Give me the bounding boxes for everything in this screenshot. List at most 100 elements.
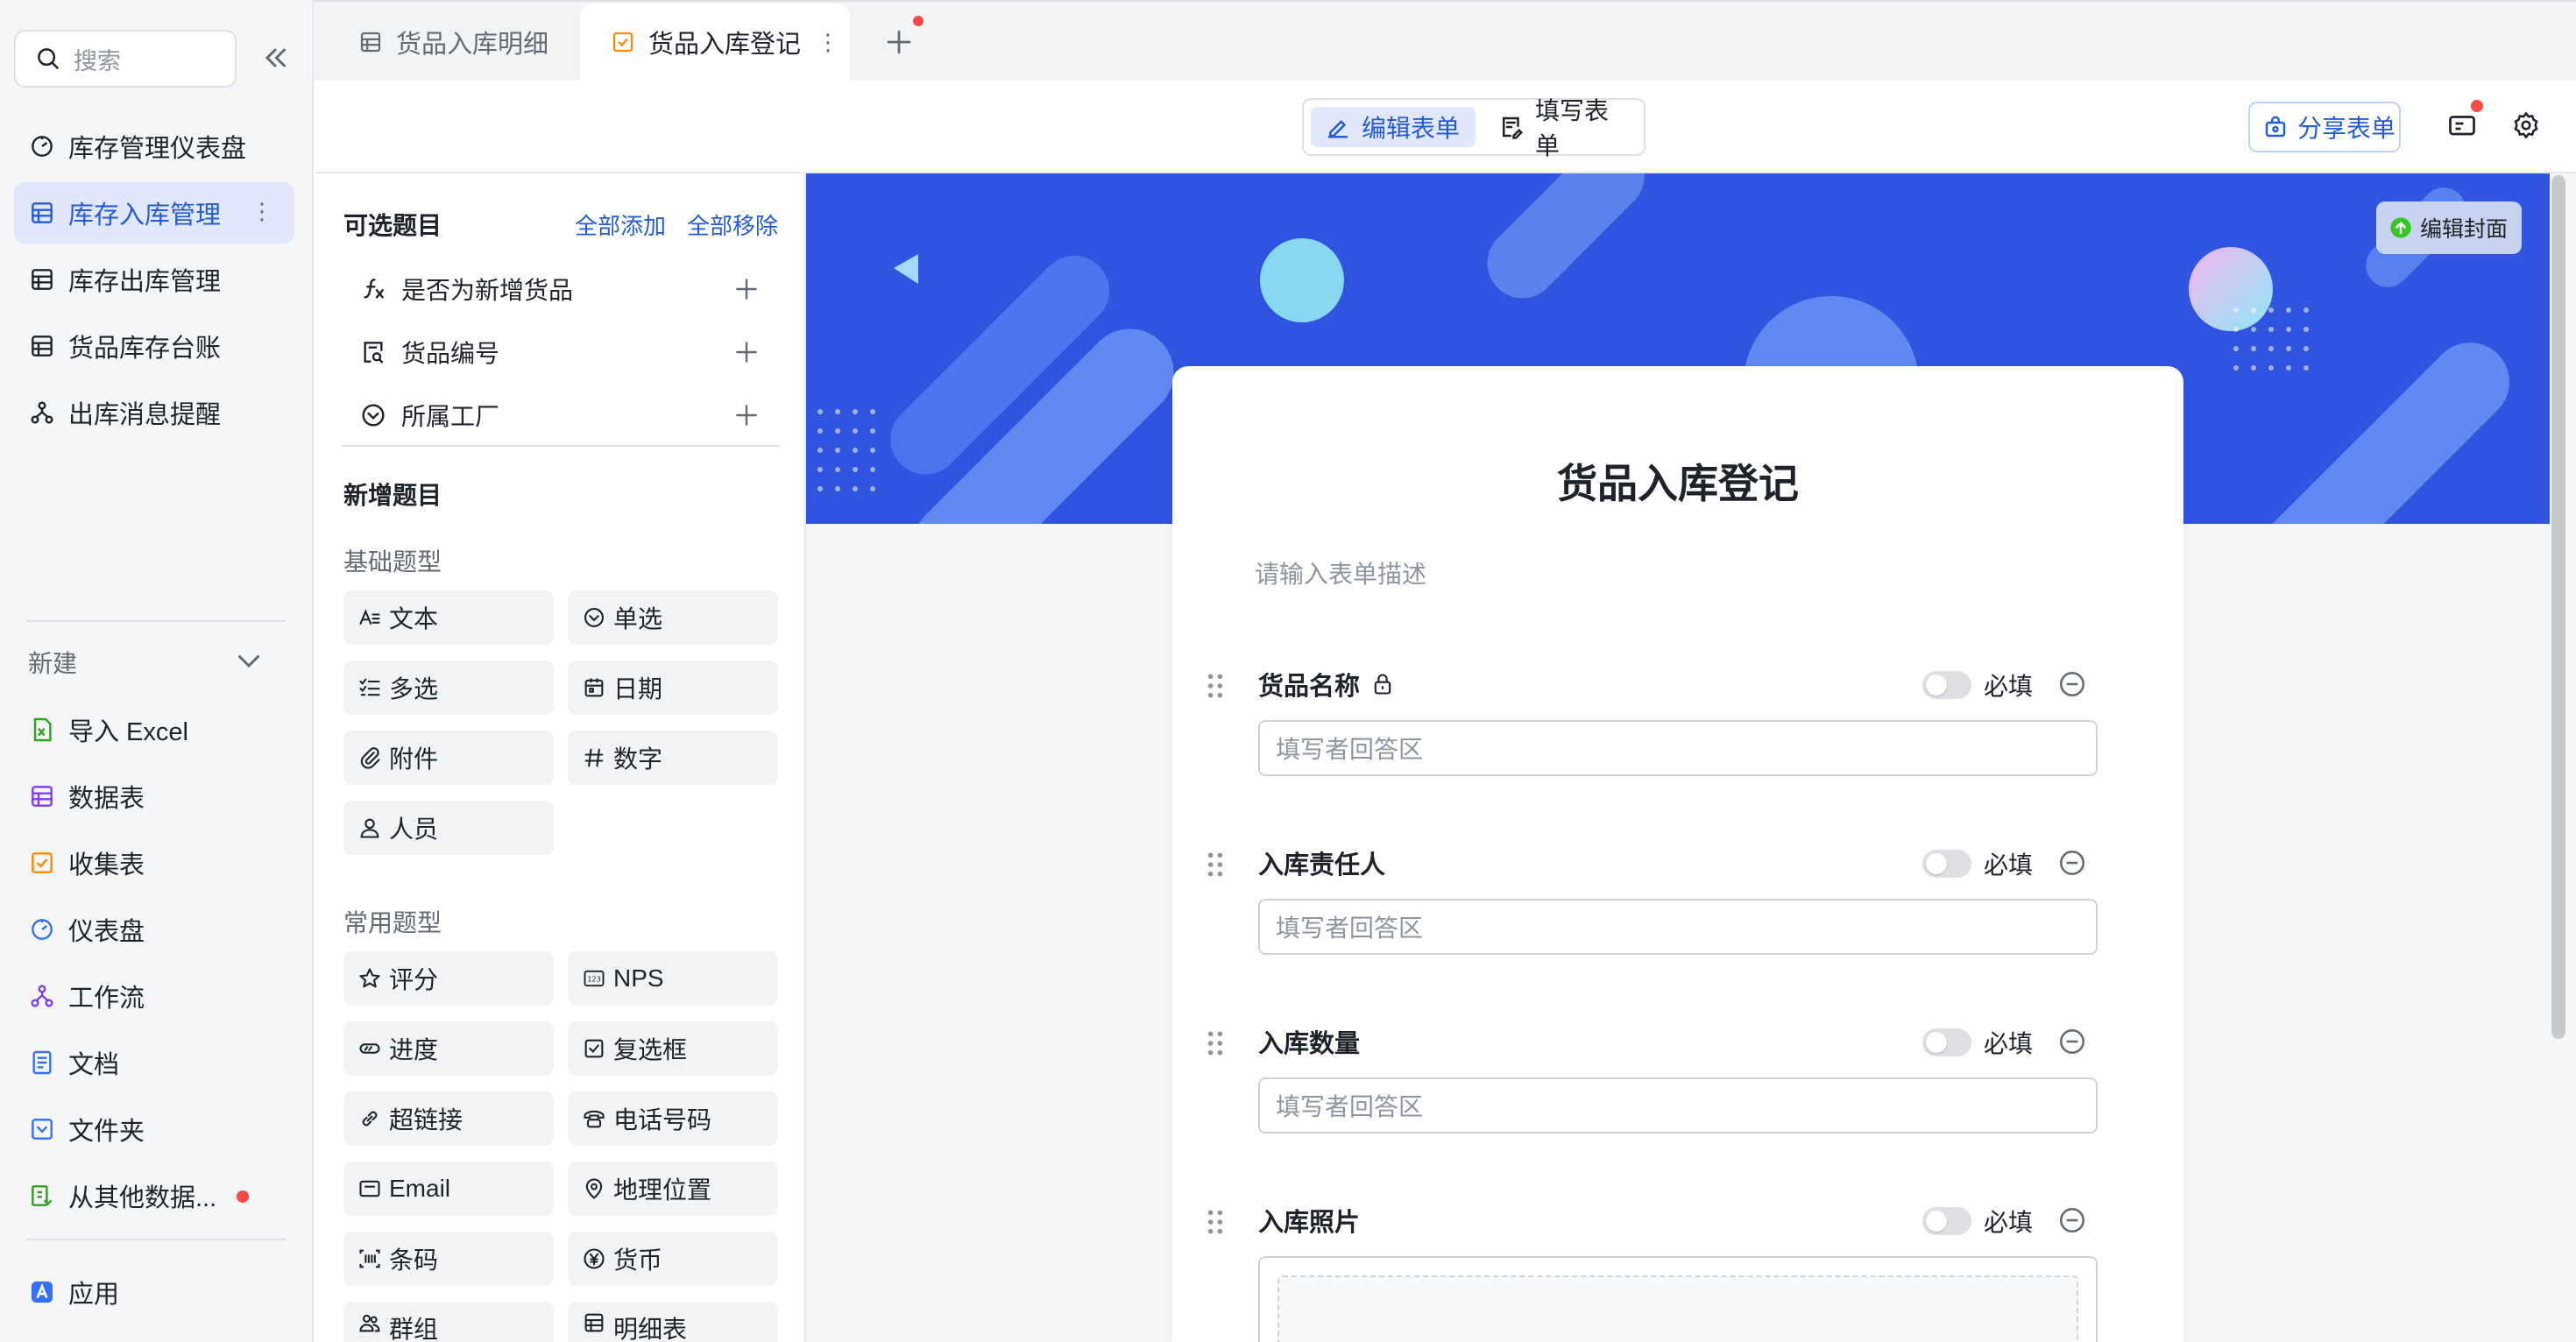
sidebar-item-reminder[interactable]: 出库消息提醒 <box>14 382 294 443</box>
tab-inbound-detail[interactable]: 货品入库明细 <box>315 4 578 81</box>
question-label[interactable]: 货品名称 <box>1258 666 1395 703</box>
type-group-button[interactable]: 群组 <box>343 1302 554 1342</box>
single-select-icon <box>584 608 604 627</box>
remove-question-icon[interactable] <box>2057 1027 2087 1056</box>
new-sync-data[interactable]: 从其他数据... <box>14 1165 294 1226</box>
add-tab-icon[interactable] <box>883 26 915 58</box>
workflow-icon <box>31 401 53 424</box>
answer-input[interactable]: 填写者回答区 <box>1258 1077 2098 1134</box>
auto-number-icon <box>364 342 384 364</box>
sidebar-item-inbound[interactable]: 库存入库管理 ⋮ <box>14 182 294 244</box>
mode-switch: 编辑表单 填写表单 <box>1302 97 1645 159</box>
edit-cover-button[interactable]: 编辑封面 <box>2376 201 2522 254</box>
folder-icon <box>32 1119 53 1140</box>
new-data-table[interactable]: 数据表 <box>14 766 294 827</box>
form-icon <box>32 852 53 873</box>
type-date-button[interactable]: 日期 <box>568 660 778 715</box>
form-settings-icon[interactable] <box>2446 110 2478 142</box>
sidebar-item-dashboard[interactable]: 库存管理仪表盘 <box>14 116 294 177</box>
plus-icon[interactable] <box>732 401 761 429</box>
upload-dropzone[interactable] <box>1277 1275 2078 1342</box>
chevron-down-icon[interactable] <box>233 645 265 676</box>
edit-form-button[interactable]: 编辑表单 <box>1311 107 1476 147</box>
fill-form-icon <box>1503 117 1524 139</box>
table-icon <box>32 786 53 807</box>
type-attachment-button[interactable]: 附件 <box>343 731 554 785</box>
share-icon <box>2265 116 2286 138</box>
tab-more-icon[interactable]: ⋮ <box>817 29 839 56</box>
question-label-text: 入库数量 <box>1258 1030 1361 1058</box>
drag-handle-icon[interactable] <box>1206 851 1225 878</box>
type-barcode-button[interactable]: 条码 <box>343 1232 554 1286</box>
type-progress-button[interactable]: 进度 <box>343 1021 554 1076</box>
search-input[interactable]: 搜索 <box>14 30 237 88</box>
add-all-link[interactable]: 全部添加 <box>575 208 666 241</box>
type-currency-button[interactable]: 货币 <box>568 1232 778 1286</box>
form-title[interactable]: 货品入库登记 <box>1172 452 2183 510</box>
optional-field-row[interactable]: 货品编号 <box>342 321 780 384</box>
required-toggle[interactable] <box>1922 1028 1971 1056</box>
gear-icon[interactable] <box>2511 110 2541 140</box>
new-import-excel[interactable]: 导入 Excel <box>14 699 294 760</box>
question-label-text: 入库责任人 <box>1258 851 1386 879</box>
question-label[interactable]: 入库数量 <box>1258 1023 1360 1060</box>
question-label[interactable]: 入库责任人 <box>1258 844 1385 881</box>
sidebar-item-outbound[interactable]: 库存出库管理 <box>14 249 294 310</box>
required-toggle[interactable] <box>1922 1207 1971 1235</box>
scrollbar-thumb[interactable] <box>2551 175 2565 1039</box>
remove-question-icon[interactable] <box>2057 669 2087 699</box>
attachment-upload-area[interactable] <box>1258 1256 2098 1342</box>
drag-handle-icon[interactable] <box>1206 1030 1225 1056</box>
tab-inbound-register[interactable]: 货品入库登记 ⋮ <box>580 4 850 81</box>
optional-field-row[interactable]: 是否为新增货品 <box>342 258 780 321</box>
remove-question-icon[interactable] <box>2057 1205 2087 1235</box>
required-toggle[interactable] <box>1922 850 1971 878</box>
text-icon <box>359 609 380 625</box>
question-label[interactable]: 入库照片 <box>1258 1202 1360 1239</box>
sidebar-item-ledger[interactable]: 货品库存台账 <box>14 315 294 377</box>
form-description-input[interactable]: 请输入表单描述 <box>1255 555 1426 590</box>
type-link-button[interactable]: 超链接 <box>343 1091 554 1146</box>
plus-icon[interactable] <box>732 275 761 303</box>
share-form-button[interactable]: 分享表单 <box>2248 102 2401 152</box>
upload-icon <box>2390 217 2411 238</box>
new-item-label: 收集表 <box>68 851 145 879</box>
sidebar-item-label: 应用 <box>68 1281 120 1309</box>
drag-handle-icon[interactable] <box>1206 1209 1225 1235</box>
new-doc[interactable]: 文档 <box>14 1032 294 1093</box>
sidebar-divider <box>26 620 286 622</box>
type-phone-button[interactable]: 电话号码 <box>568 1091 778 1146</box>
new-workflow[interactable]: 工作流 <box>14 965 294 1027</box>
type-multi-select-button[interactable]: 多选 <box>343 660 554 715</box>
type-checkbox-button[interactable]: 复选框 <box>568 1021 778 1076</box>
plus-icon[interactable] <box>732 338 761 366</box>
type-nps-button[interactable]: 123 NPS <box>568 951 778 1006</box>
fill-form-button[interactable]: 填写表单 <box>1484 97 1640 159</box>
collapse-sidebar-icon[interactable] <box>259 42 291 74</box>
drag-handle-icon[interactable] <box>1206 673 1225 699</box>
type-location-button[interactable]: 地理位置 <box>568 1162 778 1216</box>
sidebar-item-apps[interactable]: 应用 <box>14 1261 294 1323</box>
answer-input[interactable]: 填写者回答区 <box>1258 899 2098 955</box>
type-number-button[interactable]: 数字 <box>568 731 778 785</box>
type-rating-button[interactable]: 评分 <box>343 951 554 1006</box>
type-email-button[interactable]: Email <box>343 1162 554 1216</box>
more-icon[interactable]: ⋮ <box>251 200 273 222</box>
new-dashboard[interactable]: 仪表盘 <box>14 899 294 960</box>
type-person-button[interactable]: 人员 <box>343 801 554 855</box>
remove-question-icon[interactable] <box>2057 848 2087 878</box>
type-single-select-button[interactable]: 单选 <box>568 590 778 645</box>
new-folder[interactable]: 文件夹 <box>14 1098 294 1160</box>
type-text-button[interactable]: 文本 <box>343 590 554 645</box>
new-form[interactable]: 收集表 <box>14 832 294 893</box>
dashboard-icon <box>32 136 53 157</box>
optional-field-row[interactable]: 所属工厂 <box>342 384 780 447</box>
answer-input[interactable]: 填写者回答区 <box>1258 720 2098 776</box>
notification-dot <box>2471 100 2483 112</box>
currency-icon <box>584 1248 605 1269</box>
table-icon <box>32 336 53 357</box>
fill-form-label: 填写表单 <box>1535 97 1610 159</box>
remove-all-link[interactable]: 全部移除 <box>687 208 778 241</box>
type-detail-table-button[interactable]: 明细表 <box>568 1302 778 1342</box>
required-toggle[interactable] <box>1922 671 1971 699</box>
